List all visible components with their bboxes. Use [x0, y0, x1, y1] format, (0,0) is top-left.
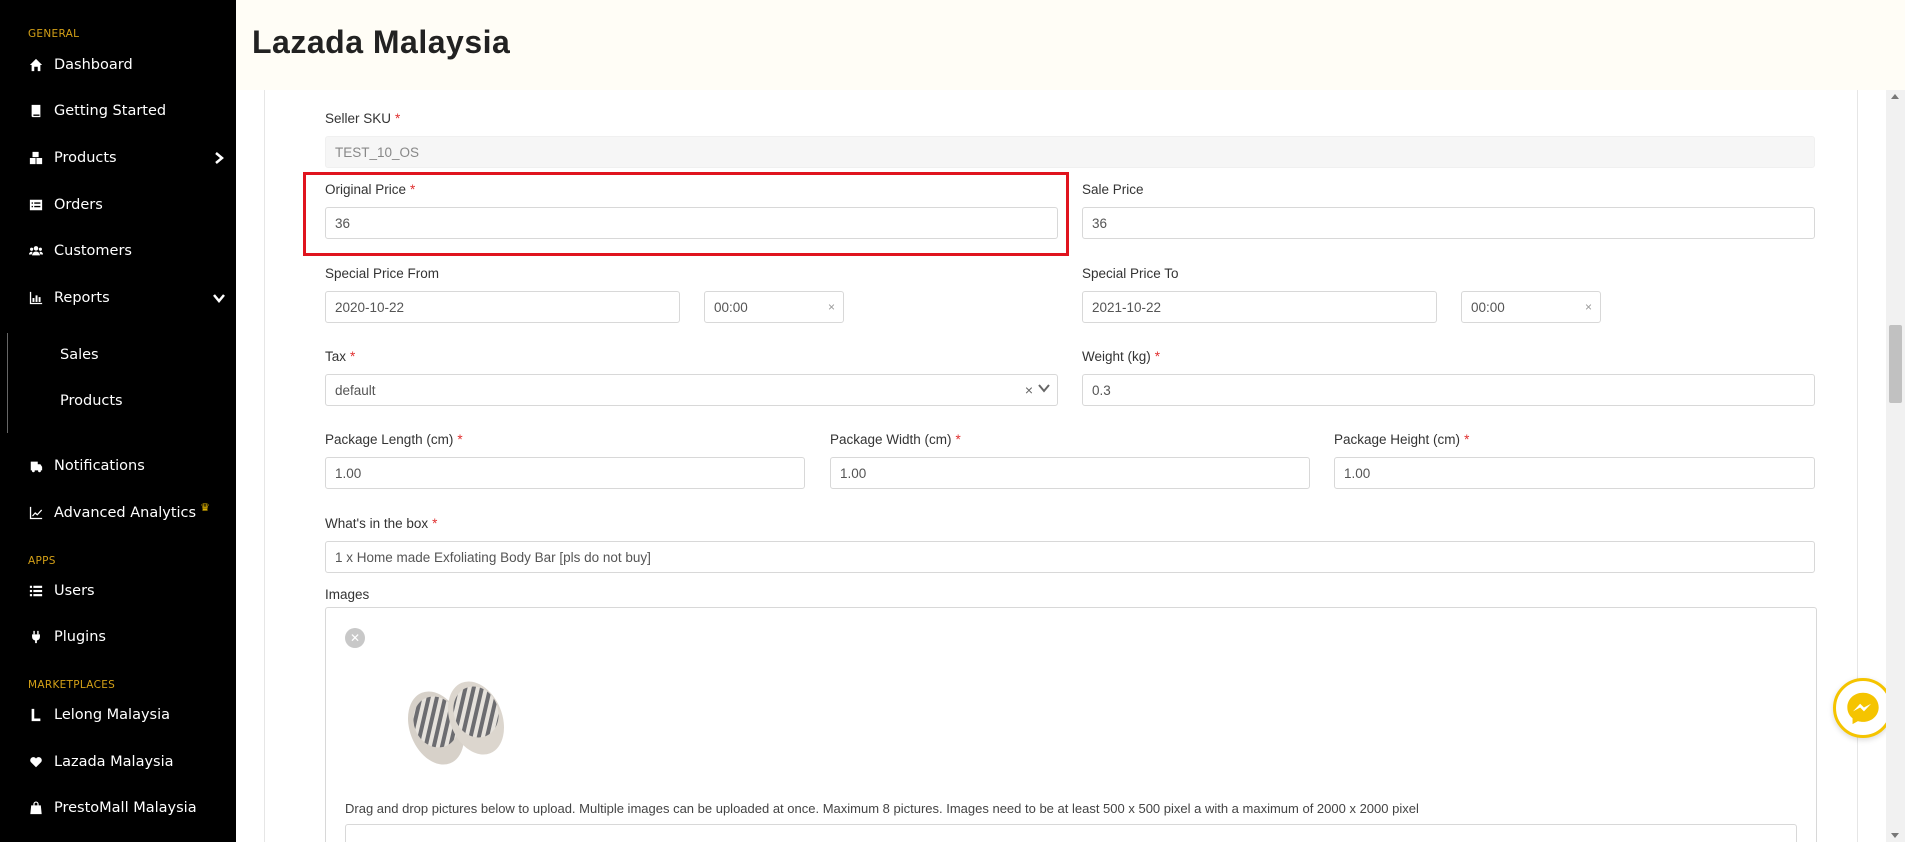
tax-select-value: default	[335, 382, 376, 398]
seller-sku-label: Seller SKU *	[325, 111, 401, 126]
chevron-down-icon[interactable]	[1037, 381, 1051, 398]
panel-border-left	[264, 90, 265, 842]
line-chart-icon	[28, 506, 43, 521]
remove-image-icon[interactable]: ✕	[345, 628, 365, 648]
section-apps: APPS	[28, 555, 56, 567]
page-title: Lazada Malaysia	[252, 24, 511, 60]
special-from-time-value: 00:00	[714, 299, 748, 315]
plug-icon	[28, 630, 43, 645]
sidebar-subitem-sales[interactable]: Sales	[60, 343, 99, 367]
chevron-right-icon	[212, 151, 226, 165]
page-header: Lazada Malaysia	[236, 0, 1905, 90]
submenu-divider	[7, 333, 8, 433]
special-to-time-input[interactable]: 00:00 ×	[1461, 291, 1601, 323]
lelong-icon	[28, 708, 43, 723]
sidebar-item-label: Getting Started	[54, 103, 167, 119]
special-from-label: Special Price From	[325, 266, 440, 281]
sidebar-item-label: Advanced Analytics	[54, 505, 197, 521]
weight-label: Weight (kg) *	[1082, 349, 1161, 364]
clear-time-icon[interactable]: ×	[1585, 300, 1592, 314]
sidebar-subitem-products[interactable]: Products	[60, 389, 123, 413]
messenger-icon	[1847, 692, 1879, 725]
sidebar-item-label: PrestoMall Malaysia	[54, 800, 197, 816]
sidebar-item-label: Lazada Malaysia	[54, 754, 174, 770]
sale-price-label: Sale Price	[1082, 182, 1144, 197]
chart-bar-icon	[28, 291, 43, 306]
page-scrollbar[interactable]	[1886, 90, 1905, 842]
chevron-down-icon	[212, 291, 226, 305]
package-height-input[interactable]: 1.00	[1334, 457, 1815, 489]
sidebar-item-prestomall[interactable]: PrestoMall Malaysia	[28, 795, 232, 821]
tax-label: Tax *	[325, 349, 356, 364]
notifications-icon	[28, 459, 43, 474]
scroll-thumb[interactable]	[1889, 325, 1902, 403]
images-hint: Drag and drop pictures below to upload. …	[345, 801, 1419, 816]
sidebar-item-products[interactable]: Products	[28, 145, 232, 171]
sidebar-item-label: Notifications	[54, 458, 145, 474]
sidebar-item-label: Customers	[54, 243, 132, 259]
clear-time-icon[interactable]: ×	[828, 300, 835, 314]
list-icon	[28, 584, 43, 599]
crown-icon: ♛	[200, 500, 210, 514]
sidebar-item-label: Dashboard	[54, 57, 133, 73]
sidebar-item-customers[interactable]: Customers	[28, 238, 232, 264]
scroll-up-arrow[interactable]	[1891, 94, 1899, 99]
customers-icon	[28, 244, 43, 259]
sidebar-item-lazada[interactable]: Lazada Malaysia	[28, 749, 232, 775]
package-length-label: Package Length (cm) *	[325, 432, 463, 447]
sale-price-input[interactable]: 36	[1082, 207, 1815, 239]
scroll-down-arrow[interactable]	[1891, 833, 1899, 838]
sidebar-item-notifications[interactable]: Notifications	[28, 453, 232, 479]
sidebar-item-advanced-analytics[interactable]: Advanced Analytics ♛	[28, 500, 232, 526]
sidebar-item-getting-started[interactable]: Getting Started	[28, 98, 232, 124]
sidebar-item-label: Products	[54, 150, 117, 166]
image-dropzone[interactable]	[345, 824, 1797, 842]
images-label: Images	[325, 587, 370, 602]
highlight-box	[303, 172, 1069, 256]
special-to-label: Special Price To	[1082, 266, 1179, 281]
clear-select-icon[interactable]: ×	[1025, 382, 1033, 398]
sidebar-item-orders[interactable]: Orders	[28, 192, 232, 218]
package-height-label: Package Height (cm) *	[1334, 432, 1470, 447]
sidebar-item-label: Lelong Malaysia	[54, 707, 171, 723]
heart-icon	[28, 755, 43, 770]
special-to-time-value: 00:00	[1471, 299, 1505, 315]
boxes-icon	[28, 151, 43, 166]
section-marketplaces: MARKETPLACES	[28, 679, 116, 691]
orders-icon	[28, 198, 43, 213]
book-icon	[28, 104, 43, 119]
sidebar-item-dashboard[interactable]: Dashboard	[28, 52, 232, 78]
sidebar-item-reports[interactable]: Reports	[28, 285, 232, 311]
package-length-input[interactable]: 1.00	[325, 457, 805, 489]
sidebar-item-label: Reports	[54, 290, 110, 306]
special-from-time-input[interactable]: 00:00 ×	[704, 291, 844, 323]
special-from-date-input[interactable]: 2020-10-22	[325, 291, 680, 323]
in-box-label: What's in the box *	[325, 516, 438, 531]
messenger-button[interactable]	[1833, 678, 1893, 738]
package-width-input[interactable]: 1.00	[830, 457, 1310, 489]
seller-sku-input[interactable]: TEST_10_OS	[325, 136, 1815, 168]
sidebar-item-label: Users	[54, 583, 95, 599]
tax-select-controls: ×	[1025, 381, 1051, 398]
special-to-date-input[interactable]: 2021-10-22	[1082, 291, 1437, 323]
sidebar-item-label: Orders	[54, 197, 103, 213]
section-general: GENERAL	[28, 28, 80, 40]
package-width-label: Package Width (cm) *	[830, 432, 961, 447]
in-box-input[interactable]: 1 x Home made Exfoliating Body Bar [pls …	[325, 541, 1815, 573]
sidebar-item-users[interactable]: Users	[28, 578, 232, 604]
sidebar-item-plugins[interactable]: Plugins	[28, 624, 232, 650]
sidebar: GENERAL Dashboard Getting Started Produc…	[0, 0, 236, 842]
bag-icon	[28, 801, 43, 816]
weight-input[interactable]: 0.3	[1082, 374, 1815, 406]
sidebar-item-label: Plugins	[54, 629, 106, 645]
tax-select[interactable]: default ×	[325, 374, 1058, 406]
home-icon	[28, 58, 43, 73]
product-image	[396, 656, 514, 774]
sidebar-item-lelong[interactable]: Lelong Malaysia	[28, 702, 232, 728]
